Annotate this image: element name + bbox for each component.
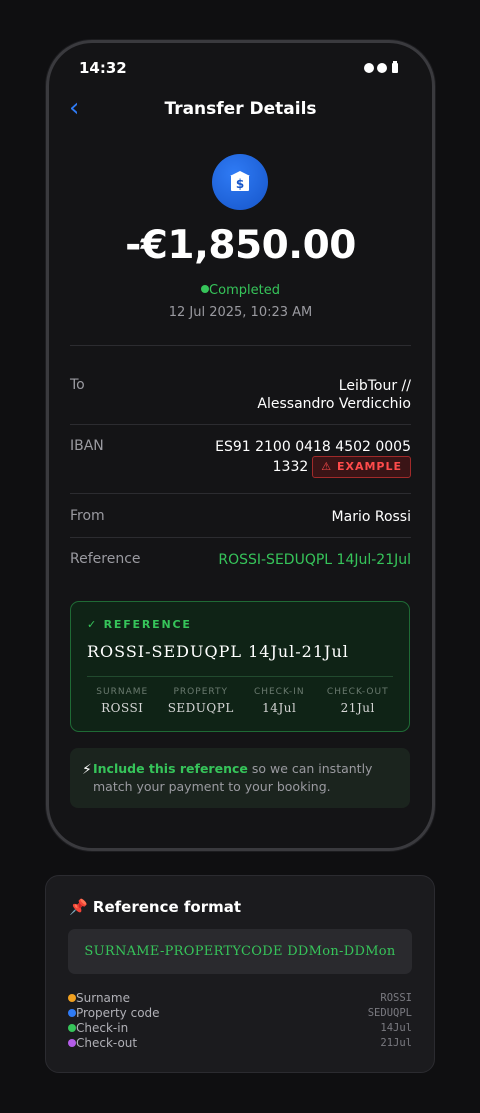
reference-format-card: 📌 Reference format SURNAME-PROPERTYCODE … xyxy=(45,875,435,1073)
reference-card-title: ✓ REFERENCE xyxy=(87,618,192,631)
transfer-status: Completed xyxy=(49,283,432,298)
status-text: Completed xyxy=(209,283,280,298)
nav-bar: ‹ Transfer Details xyxy=(49,95,432,125)
from-label: From xyxy=(70,508,105,524)
legend-label: Surname xyxy=(76,991,130,1005)
format-pattern: SURNAME-PROPERTYCODE DDMon-DDMon xyxy=(68,929,412,974)
row-from: From Mario Rossi xyxy=(70,508,411,526)
legend-example: SEDUQPL xyxy=(367,1007,412,1019)
reference-value[interactable]: ROSSI-SEDUQPL 14Jul-21Jul xyxy=(218,551,411,569)
status-time: 14:32 xyxy=(79,59,127,77)
legend-example: 21Jul xyxy=(380,1037,412,1049)
ref-part-surname: SURNAME ROSSI xyxy=(83,687,162,715)
iban-line2: 1332 xyxy=(272,459,309,475)
to-value: LeibTour // Alessandro Verdicchio xyxy=(257,377,411,413)
divider xyxy=(70,493,411,494)
tip-text: Include this reference so we can instant… xyxy=(93,760,390,796)
legend-label: Check-out xyxy=(76,1036,138,1050)
iban-value[interactable]: ES91 2100 0418 4502 0005 1332 ⚠ EXAMPLE xyxy=(215,438,411,478)
to-label: To xyxy=(70,377,85,393)
example-badge: ⚠ EXAMPLE xyxy=(312,456,411,478)
status-bar: 14:32 xyxy=(49,59,432,83)
transfer-amount: -€1,850.00 xyxy=(125,223,356,268)
reference-parts: SURNAME ROSSI PROPERTY SEDUQPL CHECK-IN … xyxy=(83,687,397,715)
divider xyxy=(87,676,393,677)
ref-part-check-out: CHECK-OUT 21Jul xyxy=(319,687,398,715)
divider xyxy=(70,345,411,346)
bank-icon: $ xyxy=(212,154,268,210)
reference-code[interactable]: ROSSI-SEDUQPL 14Jul-21Jul xyxy=(87,642,349,661)
legend-example: ROSSI xyxy=(380,992,412,1004)
row-reference: Reference ROSSI-SEDUQPL 14Jul-21Jul xyxy=(70,551,411,569)
ref-part-value: ROSSI xyxy=(101,701,144,715)
legend-label: Check-in xyxy=(76,1021,129,1035)
ref-part-label: SURNAME xyxy=(96,687,149,697)
legend-dot-icon xyxy=(68,994,76,1002)
legend-item-surname: Surname ROSSI xyxy=(68,991,412,1006)
legend-item-check-out: Check-out 21Jul xyxy=(68,1036,412,1051)
iban-label: IBAN xyxy=(70,438,104,454)
legend-item-check-in: Check-in 14Jul xyxy=(68,1021,412,1036)
ref-part-value: 21Jul xyxy=(340,701,375,715)
legend-item-property-code: Property code SEDUQPL xyxy=(68,1006,412,1021)
format-legend: Surname ROSSI Property code SEDUQPL Chec… xyxy=(68,991,412,1051)
ref-part-property: PROPERTY SEDUQPL xyxy=(162,687,241,715)
ref-part-label: CHECK-OUT xyxy=(326,687,389,697)
phone-frame: 14:32 ‹ Transfer Details $ -€1,850.00 Co… xyxy=(46,40,435,851)
status-icons xyxy=(364,61,398,73)
svg-text:$: $ xyxy=(236,177,244,191)
format-title: 📌 Reference format xyxy=(69,898,242,916)
from-value: Mario Rossi xyxy=(331,509,411,525)
iban-line1: ES91 2100 0418 4502 0005 xyxy=(215,439,411,455)
status-dot-icon xyxy=(201,285,210,293)
tip-strong: Include this reference xyxy=(93,761,248,776)
row-to: To LeibTour // Alessandro Verdicchio xyxy=(70,377,411,417)
ref-part-check-in: CHECK-IN 14Jul xyxy=(240,687,319,715)
ref-part-value: 14Jul xyxy=(262,701,297,715)
wifi-icon xyxy=(377,63,387,73)
row-iban: IBAN ES91 2100 0418 4502 0005 1332 ⚠ EXAM… xyxy=(70,438,411,482)
battery-icon xyxy=(392,61,398,73)
transfer-date: 12 Jul 2025, 10:23 AM xyxy=(168,305,313,320)
signal-icon xyxy=(364,63,374,73)
reference-card: ✓ REFERENCE ROSSI-SEDUQPL 14Jul-21Jul SU… xyxy=(70,601,410,732)
legend-dot-icon xyxy=(68,1024,76,1032)
legend-dot-icon xyxy=(68,1039,76,1047)
to-value-line1: LeibTour // xyxy=(338,378,411,394)
to-value-line2: Alessandro Verdicchio xyxy=(257,396,411,412)
legend-example: 14Jul xyxy=(380,1022,412,1034)
ref-part-value: SEDUQPL xyxy=(167,701,234,715)
lightning-icon: ⚡ xyxy=(82,762,92,778)
reference-label: Reference xyxy=(70,551,141,567)
legend-label: Property code xyxy=(76,1006,160,1020)
reference-tip: ⚡ Include this reference so we can insta… xyxy=(70,748,410,808)
legend-dot-icon xyxy=(68,1009,76,1017)
ref-part-label: CHECK-IN xyxy=(253,687,305,697)
divider xyxy=(70,424,411,425)
page-title: Transfer Details xyxy=(164,99,317,119)
ref-part-label: PROPERTY xyxy=(173,687,228,697)
divider xyxy=(70,537,411,538)
